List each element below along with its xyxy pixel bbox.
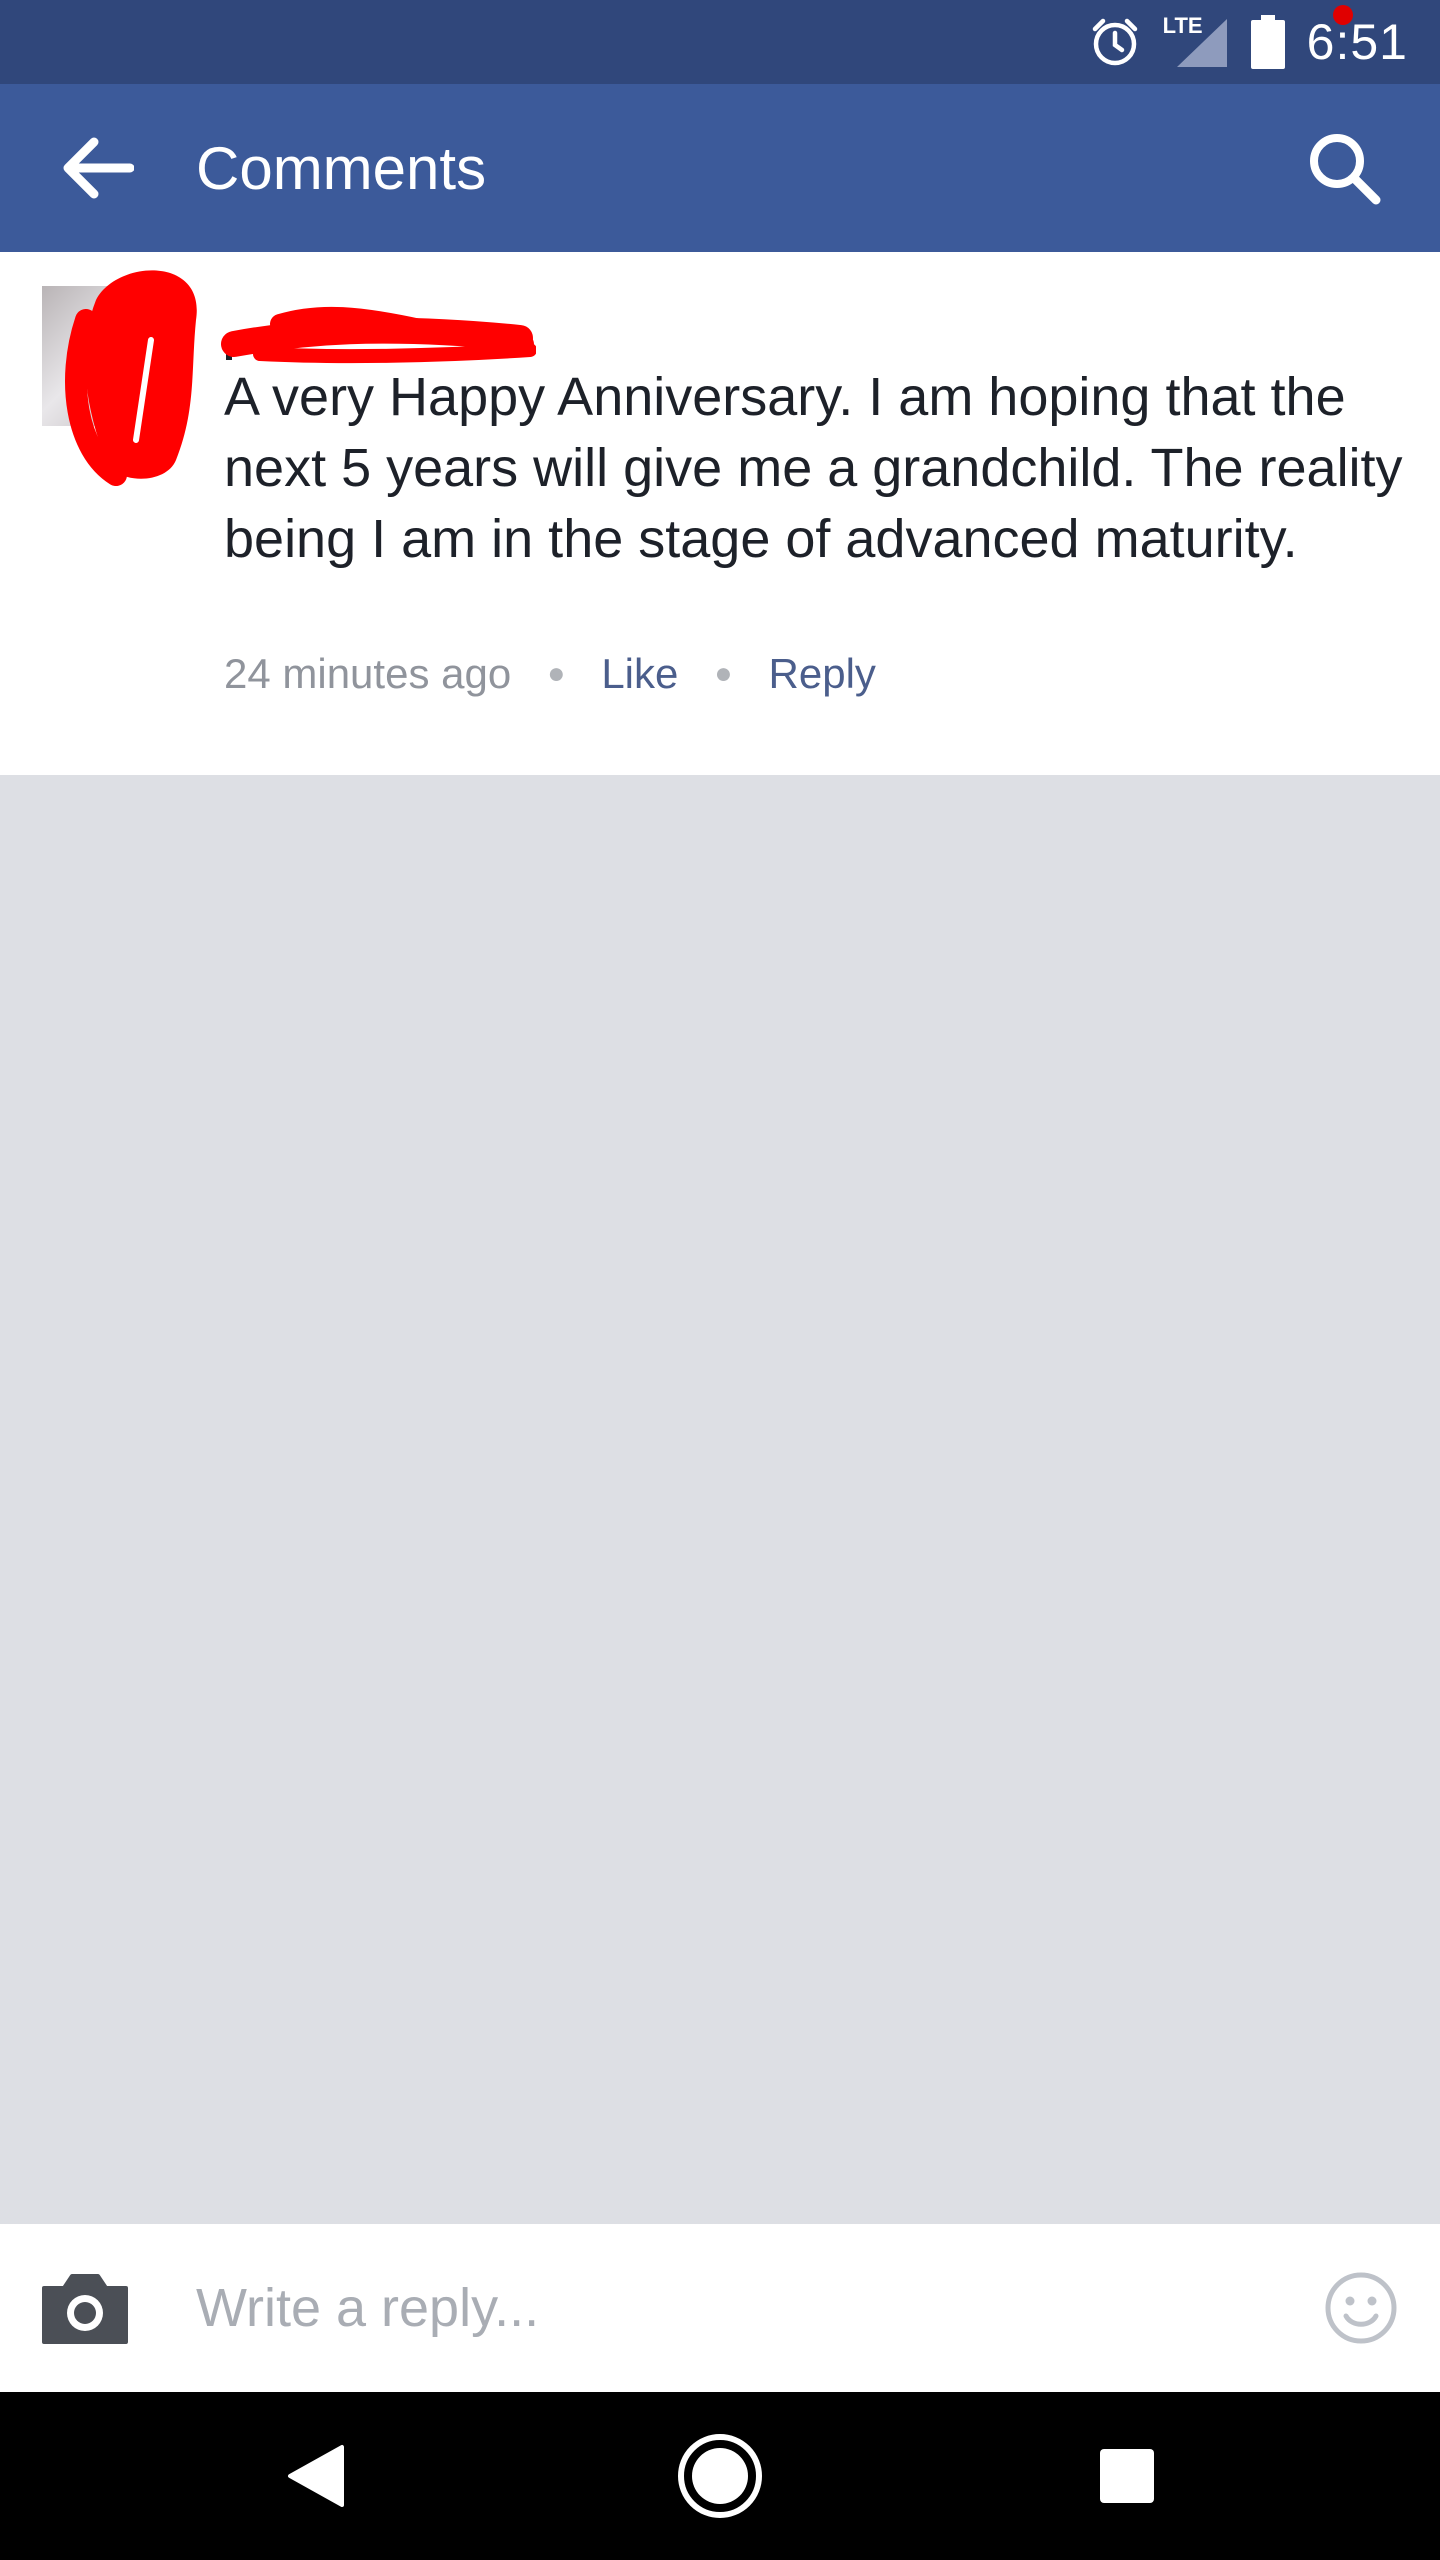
comment-card: A very Happy Anniversary. I am hoping th… [0, 252, 1440, 775]
separator-dot: ● [547, 657, 566, 690]
reply-button[interactable]: Reply [769, 650, 876, 698]
comment-timestamp: 24 minutes ago [224, 650, 512, 697]
comment-meta: 24 minutes ago ● Like ● Reply [224, 650, 876, 698]
nav-home-icon[interactable] [676, 2432, 764, 2520]
nav-recents-icon[interactable] [1098, 2447, 1156, 2505]
avatar-redaction-scribble [65, 270, 197, 486]
cell-signal-icon [1176, 19, 1227, 67]
arrow-back-icon[interactable] [58, 134, 134, 202]
reply-input[interactable] [196, 2277, 1276, 2339]
app-bar: Comments [0, 84, 1440, 252]
camera-icon[interactable] [40, 2270, 130, 2346]
separator-dot: ● [714, 657, 733, 690]
alarm-icon [1092, 18, 1137, 66]
avatar[interactable] [42, 270, 197, 486]
comment-text: A very Happy Anniversary. I am hoping th… [224, 367, 1403, 569]
page-title: Comments [196, 134, 487, 202]
like-button[interactable]: Like [601, 650, 678, 698]
emoji-icon[interactable] [1324, 2271, 1398, 2345]
search-icon[interactable] [1304, 128, 1384, 208]
author-name-redaction [221, 306, 536, 364]
status-bar: LTE 6:51 [0, 0, 1440, 84]
notification-dot [1332, 5, 1353, 25]
status-clock: 6:51 [1306, 14, 1408, 70]
reply-composer [0, 2224, 1440, 2392]
signal-indicator: LTE [1163, 13, 1229, 69]
battery-icon [1250, 15, 1285, 69]
nav-back-icon[interactable] [286, 2443, 346, 2509]
system-navigation-bar [0, 2392, 1440, 2560]
